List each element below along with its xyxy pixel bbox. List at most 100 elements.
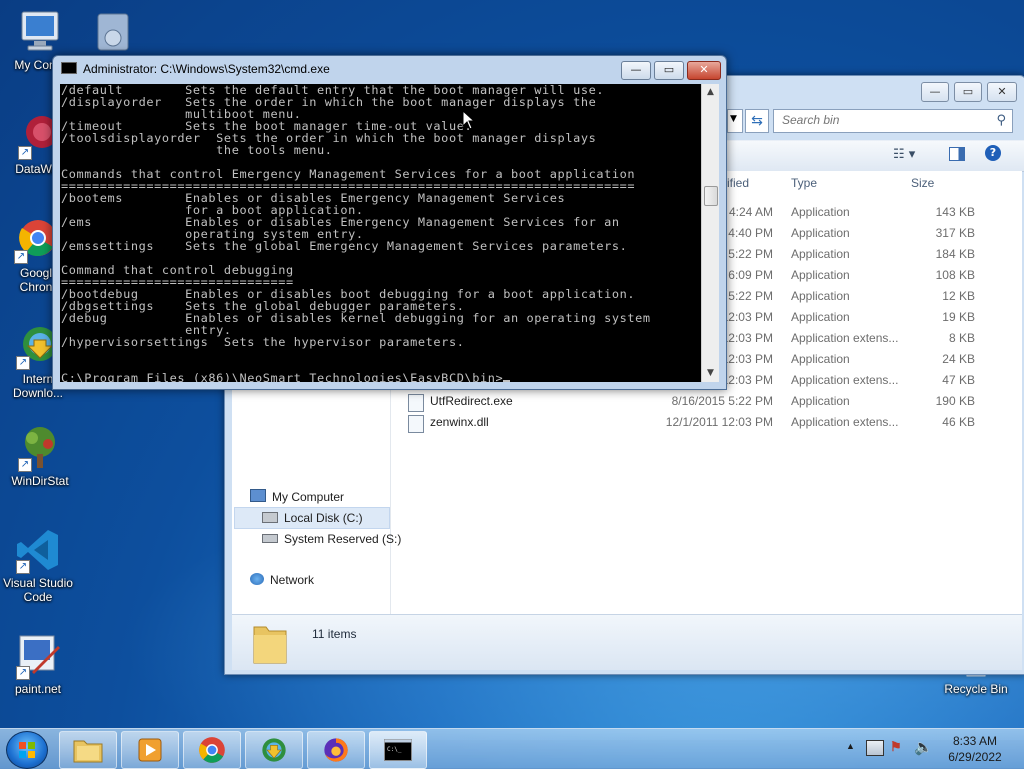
- file-size: 47 KB: [942, 373, 975, 387]
- close-button[interactable]: ✕: [687, 61, 721, 80]
- file-date: 12/1/2011 12:03 PM: [665, 415, 773, 429]
- action-center-icon[interactable]: ⚑: [890, 739, 904, 755]
- file-name: UtfRedirect.exe: [430, 394, 513, 408]
- scroll-thumb[interactable]: [704, 186, 718, 206]
- cmd-icon: [61, 62, 77, 74]
- close-button[interactable]: ✕: [987, 82, 1017, 102]
- file-type: Application extens...: [791, 415, 899, 429]
- control-panel-icon[interactable]: [92, 10, 136, 54]
- minimize-button[interactable]: —: [921, 82, 949, 102]
- taskbar-chrome-button[interactable]: [183, 731, 241, 769]
- shortcut-arrow-icon: ↗: [16, 560, 30, 574]
- file-size: 108 KB: [935, 268, 975, 282]
- window-title: Administrator: C:\Windows\System32\cmd.e…: [61, 62, 626, 78]
- file-size: 46 KB: [942, 415, 975, 429]
- search-box[interactable]: ⚲: [773, 109, 1013, 133]
- desktop-icon-label-line1: Intern: [22, 372, 54, 386]
- vscode-icon: ↗: [14, 526, 62, 574]
- maximize-button[interactable]: ▭: [954, 82, 982, 102]
- maximize-button[interactable]: ▭: [654, 61, 684, 80]
- column-header-type[interactable]: Type: [791, 171, 817, 195]
- refresh-icon: ⇆: [751, 113, 763, 129]
- windows-logo-icon: [19, 742, 35, 758]
- command-prompt: C:\Program Files (x86)\NeoSmart Technolo…: [61, 371, 504, 382]
- desktop-icon-label-line1: Googl: [19, 266, 53, 280]
- file-row[interactable]: UtfRedirect.exe 8/16/2015 5:22 PM Applicat…: [390, 391, 1022, 412]
- desktop-icon-vscode[interactable]: ↗ Visual Studio Code: [0, 526, 80, 604]
- nav-item-label: Local Disk (C:): [284, 511, 363, 525]
- file-size: 12 KB: [942, 289, 975, 303]
- nav-item-label: System Reserved (S:): [284, 532, 402, 546]
- taskbar-idm-button[interactable]: [245, 731, 303, 769]
- network-status-icon[interactable]: [866, 740, 884, 756]
- exe-file-icon: [408, 394, 424, 412]
- desktop-icon-label-line2: Code: [23, 590, 53, 604]
- nav-item-system-reserved[interactable]: System Reserved (S:): [262, 532, 401, 546]
- chrome-icon: [199, 737, 225, 763]
- help-icon[interactable]: ?: [985, 145, 1001, 161]
- scroll-down-arrow-icon[interactable]: ▼: [702, 365, 719, 382]
- taskbar-firefox-button[interactable]: [307, 731, 365, 769]
- scroll-up-arrow-icon[interactable]: ▲: [702, 84, 719, 101]
- desktop-icon-label: Recycle Bin: [944, 682, 1008, 696]
- taskbar-cmd-button[interactable]: C:\_: [369, 731, 427, 769]
- nav-item-my-computer[interactable]: My Computer: [250, 489, 344, 504]
- address-dropdown-button[interactable]: ▼: [727, 109, 743, 133]
- file-date: 12:03 PM: [721, 373, 773, 387]
- refresh-button[interactable]: ⇆: [745, 109, 769, 133]
- file-type: Application: [791, 268, 850, 282]
- column-header-date[interactable]: ified: [727, 171, 749, 195]
- file-size: 24 KB: [942, 352, 975, 366]
- file-row[interactable]: zenwinx.dll 12/1/2011 12:03 PM Application…: [390, 412, 1022, 433]
- window-title-text: Administrator: C:\Windows\System32\cmd.e…: [83, 62, 330, 76]
- search-input[interactable]: [774, 110, 990, 130]
- drive-icon: [262, 534, 278, 543]
- network-icon: [250, 573, 264, 585]
- preview-pane-button[interactable]: [949, 147, 965, 161]
- clock[interactable]: 8:33 AM 6/29/2022: [940, 733, 1010, 765]
- folder-icon: [252, 621, 288, 664]
- start-button[interactable]: [6, 731, 48, 769]
- taskbar-media-player-button[interactable]: [121, 731, 179, 769]
- file-type: Application: [791, 352, 850, 366]
- desktop-icon-windirstat[interactable]: ↗ WinDirStat: [0, 424, 82, 488]
- column-header-size[interactable]: Size: [911, 171, 934, 195]
- item-count: 11 items: [312, 627, 357, 641]
- desktop-icon-label: WinDirStat: [11, 474, 69, 488]
- desktop-icon-label-line1: Visual Studio: [3, 576, 73, 590]
- file-type: Application: [791, 310, 850, 324]
- clock-time: 8:33 AM: [952, 734, 998, 748]
- console-output[interactable]: /default Sets the default entry that the…: [60, 84, 701, 382]
- shortcut-arrow-icon: ↗: [14, 250, 28, 264]
- details-pane: 11 items: [232, 614, 1022, 670]
- dll-file-icon: [408, 415, 424, 433]
- minimize-button[interactable]: —: [621, 61, 651, 80]
- system-tray: ▲ ⚑ 🔈 8:33 AM 6/29/2022: [842, 729, 1022, 769]
- search-icon[interactable]: ⚲: [996, 113, 1006, 128]
- desktop-icon-label-line2: Chron: [19, 280, 53, 294]
- show-hidden-icons-icon[interactable]: ▲: [846, 741, 855, 751]
- desktop-icon-paintnet[interactable]: ↗ paint.net: [0, 632, 80, 696]
- volume-icon[interactable]: 🔈: [914, 738, 933, 756]
- nav-item-network[interactable]: Network: [250, 573, 314, 587]
- shortcut-arrow-icon: ↗: [16, 356, 30, 370]
- nav-item-label: My Computer: [272, 490, 345, 504]
- file-name: zenwinx.dll: [430, 415, 489, 429]
- cmd-window[interactable]: Administrator: C:\Windows\System32\cmd.e…: [52, 55, 727, 390]
- vertical-scrollbar[interactable]: ▲ ▼: [701, 84, 719, 382]
- shortcut-arrow-icon: ↗: [18, 458, 32, 472]
- file-size: 317 KB: [935, 226, 975, 240]
- file-type: Application: [791, 247, 850, 261]
- file-size: 19 KB: [942, 310, 975, 324]
- file-type: Application: [791, 205, 850, 219]
- file-size: 8 KB: [948, 331, 975, 345]
- cmd-icon: C:\_: [384, 739, 412, 761]
- file-date: 12:03 PM: [721, 331, 773, 345]
- file-date: 8/16/2015 5:22 PM: [671, 394, 773, 408]
- nav-item-local-disk[interactable]: Local Disk (C:): [234, 507, 390, 529]
- taskbar-explorer-button[interactable]: [59, 731, 117, 769]
- clock-date: 6/29/2022: [948, 750, 1002, 764]
- view-options-button[interactable]: ☷ ▾: [893, 147, 915, 162]
- console-text: /default Sets the default entry that the…: [60, 84, 701, 382]
- shortcut-arrow-icon: ↗: [16, 666, 30, 680]
